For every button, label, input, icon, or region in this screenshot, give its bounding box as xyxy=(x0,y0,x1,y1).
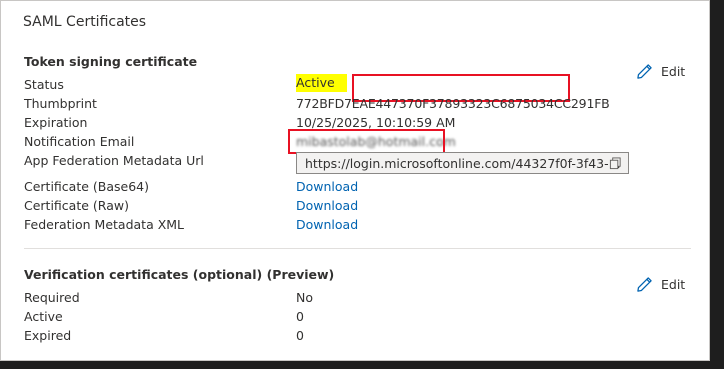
panel-title: SAML Certificates xyxy=(23,14,147,30)
annotation-box-email xyxy=(288,129,445,154)
notification-email-label: Notification Email xyxy=(24,134,135,149)
cert-base64-label: Certificate (Base64) xyxy=(24,179,149,194)
expiration-value: 10/25/2025, 10:10:59 AM xyxy=(296,115,456,130)
required-value: No xyxy=(296,290,313,305)
verification-heading: Verification certificates (optional) (Pr… xyxy=(24,267,335,282)
federation-xml-label: Federation Metadata XML xyxy=(24,217,185,232)
copy-icon[interactable] xyxy=(609,157,622,170)
metadata-url-field[interactable]: https://login.microsoftonline.com/44327f… xyxy=(296,152,629,174)
required-label: Required xyxy=(24,290,80,305)
status-value: Active xyxy=(296,74,347,92)
pencil-icon xyxy=(637,64,652,79)
edit-label: Edit xyxy=(661,277,686,292)
section-divider xyxy=(24,248,691,249)
edit-label: Edit xyxy=(661,64,686,79)
expired-label: Expired xyxy=(24,328,72,343)
metadata-url-text: https://login.microsoftonline.com/44327f… xyxy=(305,156,621,171)
metadata-url-label: App Federation Metadata Url xyxy=(24,153,204,168)
pencil-icon xyxy=(637,277,652,292)
thumbprint-label: Thumbprint xyxy=(24,96,97,111)
expiration-label: Expiration xyxy=(24,115,88,130)
federation-xml-download-link[interactable]: Download xyxy=(296,217,358,232)
active-value: 0 xyxy=(296,309,304,324)
cert-raw-download-link[interactable]: Download xyxy=(296,198,358,213)
active-label: Active xyxy=(24,309,63,324)
verification-edit-button[interactable]: Edit xyxy=(636,276,685,293)
expired-value: 0 xyxy=(296,328,304,343)
status-label: Status xyxy=(24,77,64,92)
saml-certificates-panel: SAML Certificates Token signing certific… xyxy=(0,0,710,361)
status-badge: Active xyxy=(296,74,347,92)
token-signing-edit-button[interactable]: Edit xyxy=(636,63,685,80)
cert-base64-download-link[interactable]: Download xyxy=(296,179,358,194)
scrollbar[interactable] xyxy=(712,0,724,369)
token-signing-heading: Token signing certificate xyxy=(24,54,198,69)
cert-raw-label: Certificate (Raw) xyxy=(24,198,129,213)
thumbprint-value: 772BFD7EAE447370F37893323C6875034CC291FB xyxy=(296,96,610,111)
